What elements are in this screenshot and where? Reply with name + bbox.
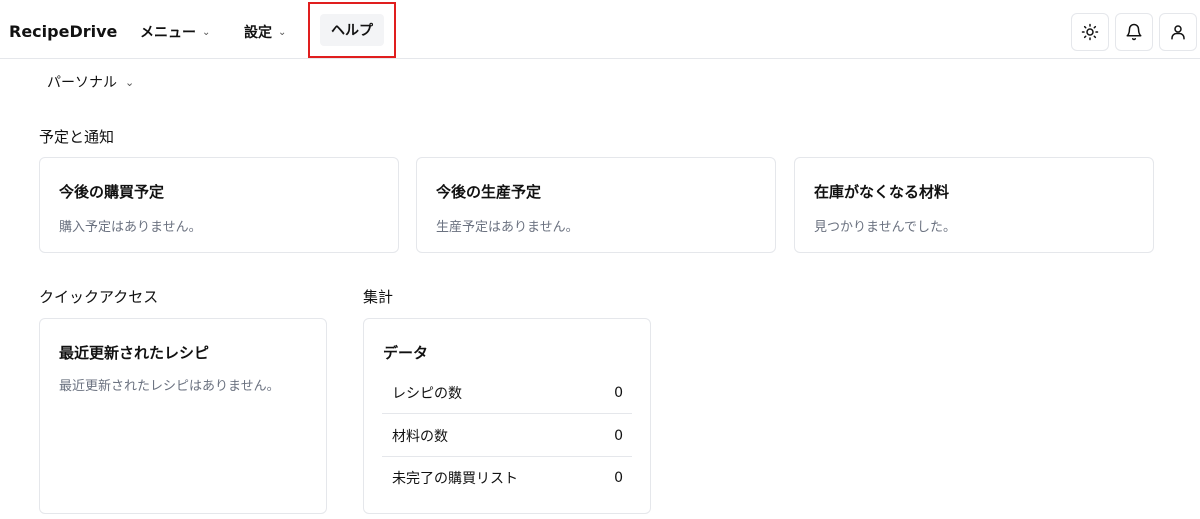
card-description: 購入予定はありません。: [59, 220, 202, 235]
stat-row-open-purchase-lists: 未完了の購買リスト 0: [382, 457, 632, 499]
card-title: 今後の購買予定: [59, 183, 165, 201]
personal-dropdown[interactable]: パーソナル ⌄: [47, 72, 134, 92]
stat-label: 未完了の購買リスト: [392, 471, 518, 487]
sun-icon: [1081, 23, 1099, 41]
stat-value: 0: [614, 470, 623, 486]
top-navbar: RecipeDrive メニュー ⌄ 設定 ⌄ ヘルプ: [0, 0, 1200, 59]
nav-help-button[interactable]: ヘルプ: [320, 14, 384, 46]
card-title: データ: [383, 344, 429, 362]
section-title-summary: 集計: [363, 288, 394, 306]
bell-icon: [1126, 23, 1142, 41]
chevron-down-icon: ⌄: [125, 75, 135, 89]
chevron-down-icon: ⌄: [202, 26, 211, 38]
user-menu-button[interactable]: [1159, 13, 1197, 51]
brand-logo[interactable]: RecipeDrive: [9, 22, 117, 41]
theme-toggle-button[interactable]: [1071, 13, 1109, 51]
stat-row-materials: 材料の数 0: [382, 415, 632, 457]
stat-value: 0: [614, 427, 623, 444]
section-title-quick-access: クイックアクセス: [39, 288, 159, 306]
card-data-summary: データ レシピの数 0 材料の数 0 未完了の購買リスト 0: [363, 318, 651, 514]
card-stockout-materials: 在庫がなくなる材料 見つかりませんでした。: [794, 157, 1154, 253]
nav-settings-label: 設定: [244, 25, 272, 41]
stat-label: 材料の数: [392, 428, 448, 445]
stat-value: 0: [614, 384, 623, 401]
card-description: 最近更新されたレシピはありません。: [59, 379, 280, 394]
help-highlight-box: ヘルプ: [308, 2, 396, 58]
nav-menu[interactable]: メニュー ⌄: [140, 22, 210, 42]
card-description: 生産予定はありません。: [436, 220, 579, 235]
notifications-button[interactable]: [1115, 13, 1153, 51]
stat-row-recipes: レシピの数 0: [382, 372, 632, 414]
card-title: 最近更新されたレシピ: [59, 344, 210, 362]
nav-menu-label: メニュー: [140, 25, 196, 41]
user-icon: [1171, 25, 1185, 40]
stat-label: レシピの数: [392, 385, 462, 402]
card-description: 見つかりませんでした。: [814, 220, 956, 235]
section-title-schedule: 予定と通知: [39, 128, 115, 146]
personal-label: パーソナル: [47, 75, 117, 91]
chevron-down-icon: ⌄: [278, 26, 287, 38]
card-title: 今後の生産予定: [436, 183, 542, 201]
card-upcoming-purchases: 今後の購買予定 購入予定はありません。: [39, 157, 399, 253]
card-title: 在庫がなくなる材料: [814, 183, 950, 201]
card-recent-recipes: 最近更新されたレシピ 最近更新されたレシピはありません。: [39, 318, 327, 514]
card-upcoming-production: 今後の生産予定 生産予定はありません。: [416, 157, 776, 253]
nav-settings[interactable]: 設定 ⌄: [244, 22, 286, 42]
